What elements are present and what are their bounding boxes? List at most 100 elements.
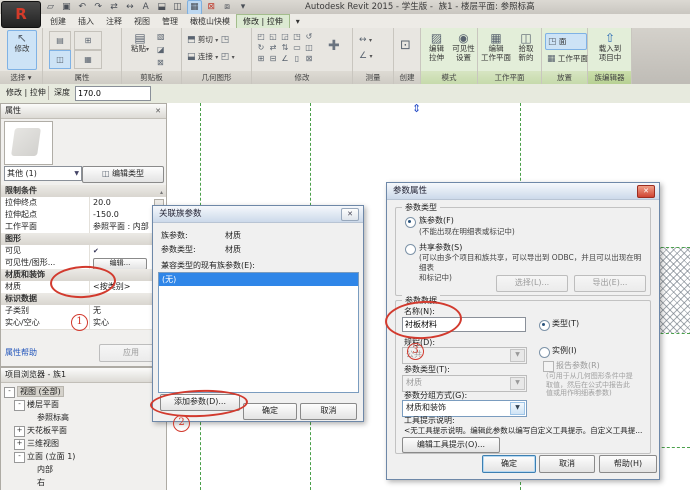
transfer-icon[interactable]: ⇄ — [108, 1, 121, 14]
edit-extrusion-button[interactable]: ▨ 编辑 拉伸 — [423, 30, 450, 70]
instance-radio-label: 实例(I) — [552, 345, 577, 356]
edit-workplane-button[interactable]: ▦ 编辑 工作平面 — [480, 30, 512, 70]
family-parameter-radio[interactable] — [405, 217, 416, 228]
panel-properties: ▤ ◫ ⊞ ▦ 属性 — [43, 28, 122, 84]
measure-angle-button[interactable]: ∠ ▾ — [359, 51, 372, 61]
undo-icon[interactable]: ↶ — [76, 1, 89, 14]
dimension-icon[interactable]: ↔ — [123, 1, 136, 14]
close-icon[interactable]: ✕ — [153, 106, 163, 116]
preview-thumbnail — [11, 128, 41, 156]
scale-icon[interactable]: ⊞ — [255, 53, 267, 64]
tab-manage[interactable]: 管理 — [156, 15, 184, 29]
load-into-project-button[interactable]: ⇧ 载入到 项目中 — [592, 30, 628, 70]
tree-item-ref-level[interactable]: 参照标高 — [1, 411, 164, 424]
select-button[interactable]: 选择(L)... — [496, 275, 568, 292]
visibility-settings-icon[interactable]: ▦ — [74, 50, 102, 69]
match-type-icon[interactable]: ⊠ — [157, 58, 164, 67]
mirror-icon[interactable]: ◲ — [279, 31, 291, 42]
rotate-icon[interactable]: ↺ — [303, 31, 315, 42]
close-hidden-icon[interactable]: ⊠ — [205, 1, 218, 14]
measure-length-button[interactable]: ↔ ▾ — [359, 35, 372, 45]
placement-workplane-option[interactable]: ▦ 工作平面 — [545, 52, 585, 66]
open-icon[interactable]: ▱ — [44, 1, 57, 14]
panel-label-mode: 模式 — [421, 71, 477, 84]
pick-new-workplane-button[interactable]: ◫ 拾取 新的 — [512, 30, 540, 70]
type-selector[interactable]: 其他 (1) ▼ — [4, 166, 82, 181]
depth-input[interactable] — [75, 86, 151, 101]
copy2-icon[interactable]: ▯ — [291, 53, 303, 64]
paste-icon: ▤ — [127, 31, 153, 45]
panel-label-select[interactable]: 选择 ▾ — [0, 71, 42, 84]
trim-icon[interactable]: ⇅ — [279, 42, 291, 53]
tab-create[interactable]: 创建 — [44, 15, 72, 29]
tree-item-interior[interactable]: 内部 — [1, 463, 164, 476]
close-icon[interactable]: ✕ — [341, 208, 359, 221]
cut-geometry-button[interactable]: ⬒ 剪切 ▾ ◳ — [187, 34, 229, 45]
tree-item-3dviews[interactable]: +三维视图 — [1, 437, 164, 450]
tree-item-floorplans[interactable]: -楼层平面 — [1, 398, 164, 411]
close-icon[interactable]: ✕ — [637, 185, 655, 198]
tab-insert[interactable]: 插入 — [72, 15, 100, 29]
tree-item-right[interactable]: 右 — [1, 476, 164, 489]
properties-palette-icon[interactable]: ▤ — [49, 31, 71, 50]
split-icon[interactable]: ⇄ — [267, 42, 279, 53]
offset-icon[interactable]: ◱ — [267, 31, 279, 42]
join-geometry-button[interactable]: ⬓ 连接 ▾ ◰ ▾ — [187, 51, 235, 62]
properties-help-link[interactable]: 属性帮助 — [5, 347, 37, 358]
family-category-icon[interactable]: ⊞ — [74, 31, 102, 50]
cut-clipboard-icon[interactable]: ▧ — [157, 32, 165, 41]
text-icon[interactable]: A — [139, 1, 152, 14]
shared-parameter-radio[interactable] — [405, 244, 416, 255]
properties-palette-title: 属性 — [1, 104, 166, 119]
ribbon-display-toggle-icon[interactable]: ▾ — [290, 15, 306, 29]
qat-more-icon[interactable]: ▾ — [237, 1, 250, 14]
help-button[interactable]: 帮助(H) — [599, 455, 657, 473]
cancel-button[interactable]: 取消 — [300, 403, 357, 420]
visibility-settings-button[interactable]: ◉ 可见性 设置 — [450, 30, 477, 70]
array-icon[interactable]: ◫ — [303, 42, 315, 53]
save-icon[interactable]: ▣ — [60, 1, 73, 14]
tab-annotate[interactable]: 注释 — [100, 15, 128, 29]
edit-type-button[interactable]: ◫ 编辑类型 — [82, 166, 164, 183]
paste-button[interactable]: ▤ 粘贴▾ — [126, 30, 154, 70]
edit-tooltip-button[interactable]: 编辑工具提示(O)... — [402, 437, 500, 453]
3d-view-icon[interactable]: ⬓ — [155, 1, 168, 14]
extend-icon[interactable]: ▭ — [291, 42, 303, 53]
align-icon[interactable]: ◰ — [255, 31, 267, 42]
pin-icon[interactable]: ⊟ — [267, 53, 279, 64]
thin-lines-icon[interactable]: ▦ — [187, 0, 202, 15]
tab-view[interactable]: 视图 — [128, 15, 156, 29]
cancel-button[interactable]: 取消 — [539, 455, 595, 473]
move-icon[interactable]: ✚ — [328, 38, 340, 54]
ok-button[interactable]: 确定 — [482, 455, 536, 473]
tab-modify-extrusion[interactable]: 修改 | 拉伸 — [236, 14, 290, 29]
unpin-icon[interactable]: ∠ — [279, 53, 291, 64]
modify-tool-button[interactable]: ↖ 修改 — [7, 30, 37, 70]
export-button[interactable]: 导出(E)... — [574, 275, 646, 292]
visible-checkbox[interactable]: ✔ — [89, 245, 152, 257]
existing-params-list[interactable]: (无) — [158, 272, 359, 393]
copy-icon[interactable]: ◪ — [157, 45, 165, 54]
delete-icon[interactable]: ⊠ — [303, 53, 315, 64]
application-menu-button[interactable]: R — [1, 1, 41, 28]
measure-angle-icon: ∠ — [359, 51, 367, 61]
redo-icon[interactable]: ↷ — [92, 1, 105, 14]
tree-item-elevations[interactable]: -立面 (立面 1) — [1, 450, 164, 463]
tab-glsmodel[interactable]: 橄榄山快模 — [184, 15, 236, 29]
report-param-checkbox[interactable] — [543, 361, 554, 372]
ok-button[interactable]: 确定 — [243, 403, 297, 420]
switch-windows-icon[interactable]: ⧈ — [221, 1, 234, 14]
tree-item-views[interactable]: -视图 (全部) — [1, 385, 164, 398]
list-item-none[interactable]: (无) — [159, 273, 358, 286]
create-similar-icon[interactable]: ⊡ — [400, 38, 411, 53]
mirror-axis-icon[interactable]: ◳ — [291, 31, 303, 42]
section-icon[interactable]: ◫ — [171, 1, 184, 14]
family-param-label: 族参数: — [161, 230, 188, 241]
panel-label-create: 创建 — [394, 71, 420, 84]
tree-item-ceilingplans[interactable]: +天花板平面 — [1, 424, 164, 437]
placement-face-option[interactable]: ◳ 面 — [545, 33, 587, 50]
type-radio[interactable] — [539, 320, 550, 331]
family-types-icon[interactable]: ◫ — [49, 50, 71, 69]
instance-radio[interactable] — [539, 347, 550, 358]
rotate2-icon[interactable]: ↻ — [255, 42, 267, 53]
